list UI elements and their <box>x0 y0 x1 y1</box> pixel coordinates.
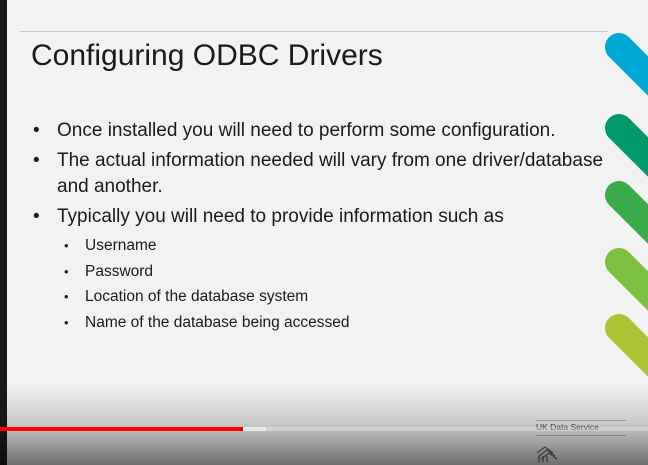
accent-stripe <box>605 248 648 311</box>
accent-stripe <box>605 114 648 177</box>
uk-data-service-logo-icon <box>536 446 558 462</box>
accent-stripe <box>605 314 648 377</box>
brand-divider <box>536 420 626 421</box>
video-progress-bar[interactable] <box>0 427 648 431</box>
accent-stripe <box>605 33 648 96</box>
slide: Configuring ODBC Drivers • Once installe… <box>7 0 648 465</box>
decorative-stripes <box>605 33 648 377</box>
progress-played <box>0 427 243 431</box>
accent-stripe <box>605 181 648 244</box>
brand-divider <box>536 435 626 436</box>
